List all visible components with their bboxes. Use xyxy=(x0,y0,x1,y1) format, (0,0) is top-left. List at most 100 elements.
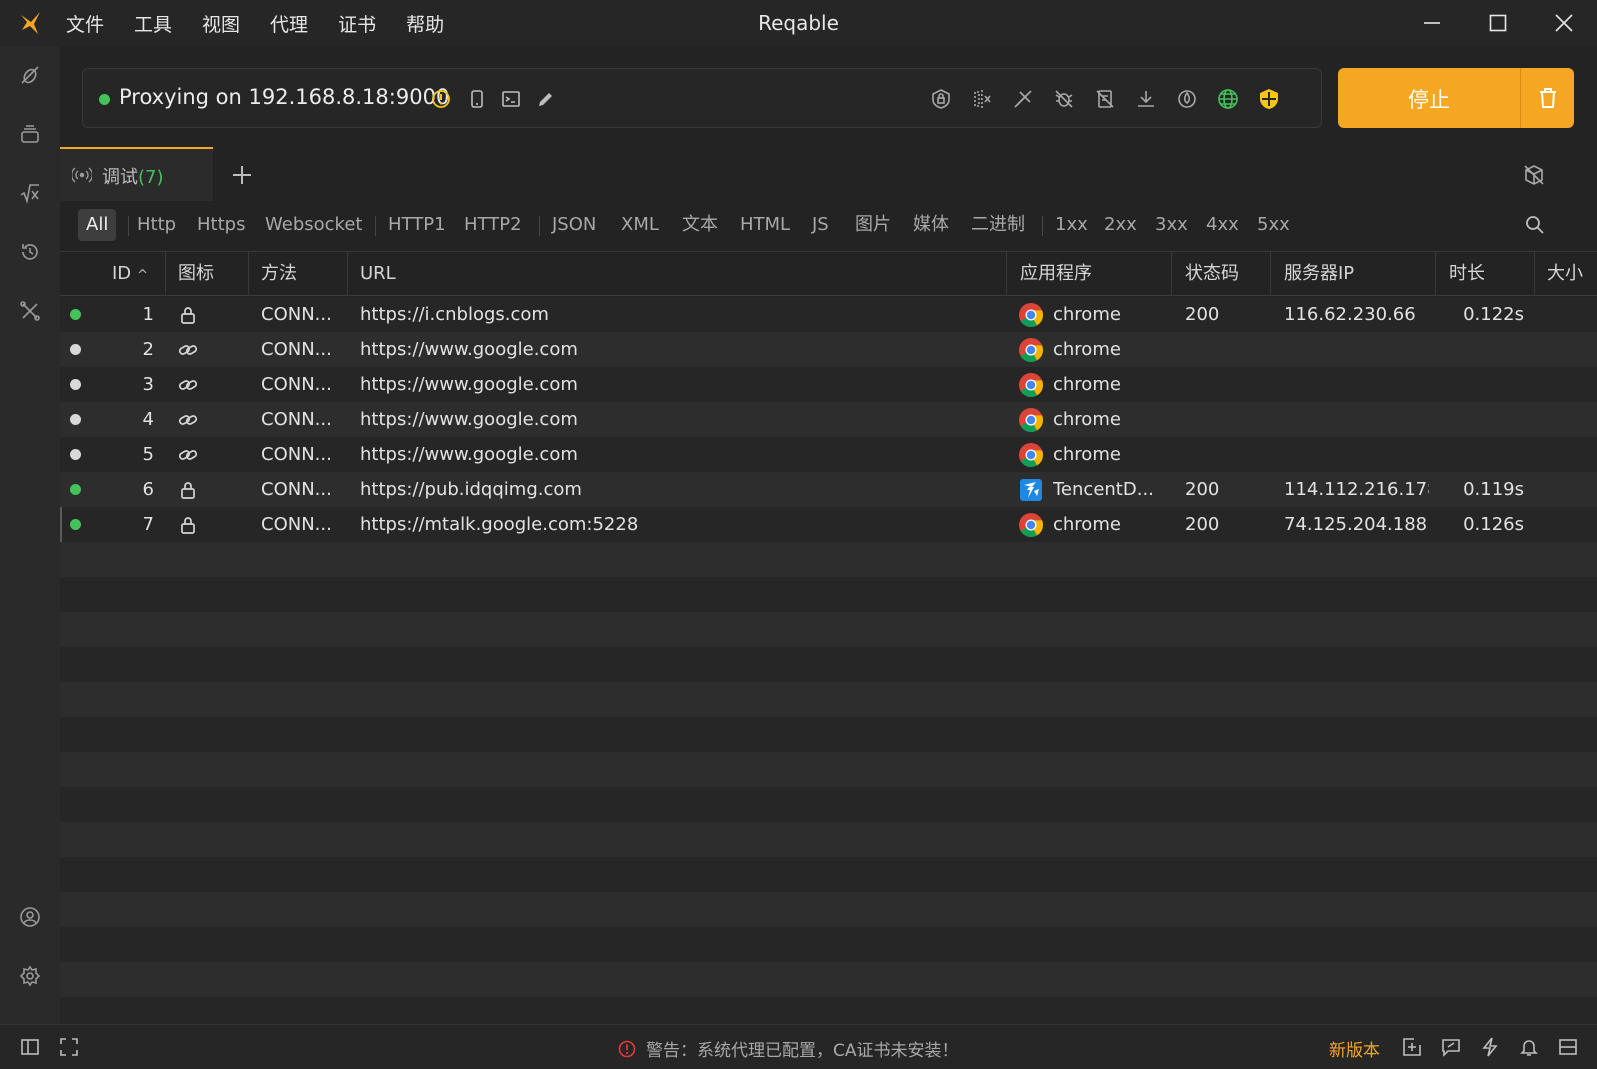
row-url: https://i.cnblogs.com xyxy=(360,304,549,325)
close-button[interactable] xyxy=(1531,0,1597,46)
column-divider[interactable] xyxy=(1171,252,1172,296)
tab-debug-name: 调试 xyxy=(102,167,138,188)
warning-icon[interactable] xyxy=(427,85,455,113)
column-app[interactable]: 应用程序 xyxy=(1020,252,1092,296)
column-divider[interactable] xyxy=(1534,252,1535,296)
filter-2xx[interactable]: 2xx xyxy=(1104,209,1137,241)
filter-text[interactable]: 文本 xyxy=(682,209,718,241)
column-divider[interactable] xyxy=(1270,252,1271,296)
menu-view[interactable]: 视图 xyxy=(202,10,240,37)
fullscreen-icon[interactable] xyxy=(56,1034,82,1060)
table-row[interactable]: 2 CONN... https://www.google.com chrome xyxy=(60,332,1597,367)
row-status-dot xyxy=(70,344,81,355)
breakpoint-bug-icon[interactable] xyxy=(1050,85,1078,113)
filter-https[interactable]: Https xyxy=(197,209,245,241)
hide-panel-icon[interactable] xyxy=(1520,161,1548,189)
column-status[interactable]: 状态码 xyxy=(1185,252,1239,296)
column-divider[interactable] xyxy=(248,252,249,296)
proxy-address: Proxying on 192.168.8.18:9000 xyxy=(119,85,450,109)
proxy-warning[interactable]: 警告：系统代理已配置，CA证书未安装！ xyxy=(618,1036,959,1061)
filter-http[interactable]: Http xyxy=(137,209,176,241)
maximize-button[interactable] xyxy=(1465,0,1531,46)
filter-xml[interactable]: XML xyxy=(621,209,659,241)
lightning-icon[interactable] xyxy=(1477,1034,1503,1060)
filter-3xx[interactable]: 3xx xyxy=(1155,209,1188,241)
script-disabled-icon[interactable] xyxy=(1091,85,1119,113)
toggle-sidebar-icon[interactable] xyxy=(17,1034,43,1060)
table-row[interactable]: 3 CONN... https://www.google.com chrome xyxy=(60,367,1597,402)
stop-proxy-button[interactable]: 停止 xyxy=(1338,68,1574,128)
row-url: https://www.google.com xyxy=(360,444,578,465)
table-row[interactable]: 7 CONN... https://mtalk.google.com:5228 chr… xyxy=(60,507,1597,542)
add-tab-plus-icon[interactable] xyxy=(228,161,256,189)
settings-gear-icon[interactable] xyxy=(15,961,45,991)
row-app: chrome xyxy=(1053,339,1121,360)
table-row[interactable]: 1 CONN... https://i.cnblogs.com chrome 200 11… xyxy=(60,297,1597,332)
debug-icon[interactable] xyxy=(15,60,45,90)
table-row[interactable]: 5 CONN... https://www.google.com chrome xyxy=(60,437,1597,472)
column-divider[interactable] xyxy=(1006,252,1007,296)
column-id[interactable]: ID ^ xyxy=(112,252,148,296)
ssl-proxy-icon[interactable] xyxy=(927,85,955,113)
search-icon[interactable] xyxy=(1522,212,1548,238)
table-row[interactable]: 4 CONN... https://www.google.com chrome xyxy=(60,402,1597,437)
edit-pencil-icon[interactable] xyxy=(532,85,560,113)
export-icon[interactable] xyxy=(1399,1034,1425,1060)
filter-json[interactable]: JSON xyxy=(552,209,596,241)
clear-trash-icon[interactable] xyxy=(1521,68,1574,128)
layout-split-icon[interactable] xyxy=(1555,1034,1581,1060)
filter-4xx[interactable]: 4xx xyxy=(1206,209,1239,241)
menu-help[interactable]: 帮助 xyxy=(406,10,444,37)
menu-proxy[interactable]: 代理 xyxy=(270,10,308,37)
filter-all[interactable]: All xyxy=(78,209,117,241)
column-method[interactable]: 方法 xyxy=(261,252,297,296)
filter-binary[interactable]: 二进制 xyxy=(971,209,1025,241)
column-url[interactable]: URL xyxy=(360,252,396,296)
filter-http2[interactable]: HTTP2 xyxy=(464,209,522,241)
disable-rewrite-icon[interactable] xyxy=(1009,85,1037,113)
history-icon[interactable] xyxy=(15,237,45,267)
filter-media[interactable]: 媒体 xyxy=(913,209,949,241)
filter-http1[interactable]: HTTP1 xyxy=(388,209,446,241)
link-icon xyxy=(178,375,198,395)
filter-js[interactable]: JS xyxy=(812,209,829,241)
tools-icon[interactable] xyxy=(15,296,45,326)
menu-certificate[interactable]: 证书 xyxy=(338,10,376,37)
collections-icon[interactable] xyxy=(15,119,45,149)
row-status-dot xyxy=(70,484,81,495)
menu-file[interactable]: 文件 xyxy=(66,10,104,37)
main-panel: Proxying on 192.168.8.18:9000 停止 调试(7) A… xyxy=(60,46,1597,1024)
account-icon[interactable] xyxy=(15,902,45,932)
row-status: 200 xyxy=(1185,304,1220,325)
feedback-icon[interactable] xyxy=(1438,1034,1464,1060)
column-size[interactable]: 大小 xyxy=(1547,252,1583,296)
column-server-ip[interactable]: 服务器IP xyxy=(1284,252,1354,296)
column-id-label: ID xyxy=(112,263,132,284)
new-version-link[interactable]: 新版本 xyxy=(1329,1036,1380,1061)
terminal-icon[interactable] xyxy=(497,85,525,113)
column-icon[interactable]: 图标 xyxy=(178,252,214,296)
security-shield-icon[interactable] xyxy=(1255,85,1283,113)
filter-websocket[interactable]: Websocket xyxy=(265,209,362,241)
mirror-icon[interactable] xyxy=(968,85,996,113)
filter-html[interactable]: HTML xyxy=(740,209,790,241)
tab-debug[interactable]: 调试(7) xyxy=(60,147,213,201)
empty-row xyxy=(60,997,1597,1024)
mobile-device-icon[interactable] xyxy=(463,85,491,113)
filter-5xx[interactable]: 5xx xyxy=(1257,209,1290,241)
notification-bell-icon[interactable] xyxy=(1516,1034,1542,1060)
table-row[interactable]: 6 CONN... https://pub.idqqimg.com TencentD.… xyxy=(60,472,1597,507)
script-icon[interactable] xyxy=(15,178,45,208)
filter-1xx[interactable]: 1xx xyxy=(1055,209,1088,241)
filter-images[interactable]: 图片 xyxy=(855,209,891,241)
menu-tools[interactable]: 工具 xyxy=(134,10,172,37)
column-divider[interactable] xyxy=(1435,252,1436,296)
throttle-icon[interactable] xyxy=(1173,85,1201,113)
globe-icon[interactable] xyxy=(1214,85,1242,113)
minimize-button[interactable] xyxy=(1399,0,1465,46)
download-icon[interactable] xyxy=(1132,85,1160,113)
column-duration[interactable]: 时长 xyxy=(1449,252,1485,296)
column-divider[interactable] xyxy=(165,252,166,296)
column-divider[interactable] xyxy=(347,252,348,296)
row-id: 1 xyxy=(142,304,154,325)
